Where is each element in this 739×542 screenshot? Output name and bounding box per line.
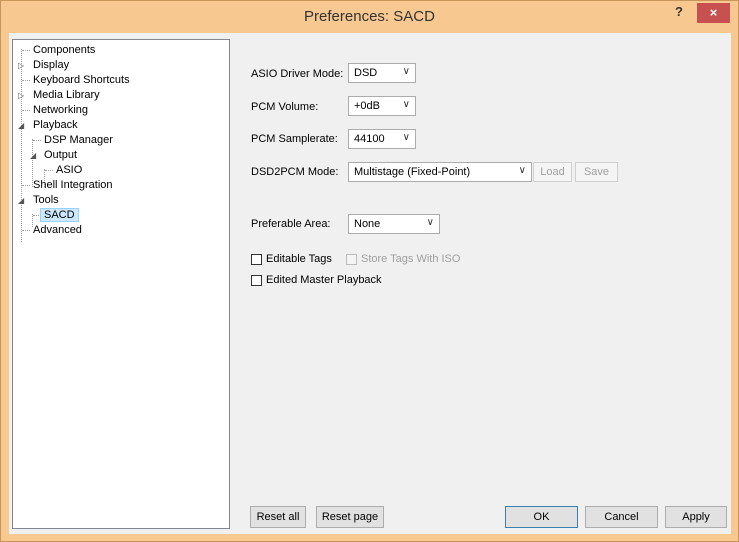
chevron-down-icon: ∨: [426, 217, 434, 228]
tree-item-sacd[interactable]: SACD: [40, 208, 79, 223]
tree-connector: [22, 80, 30, 81]
tree-item-label: ASIO: [56, 164, 83, 176]
close-button[interactable]: ×: [697, 3, 730, 23]
asio-driver-mode-select[interactable]: DSD ∨: [348, 63, 416, 83]
reset-all-button[interactable]: Reset all: [250, 506, 306, 528]
dsd2pcm-mode-select[interactable]: Multistage (Fixed-Point) ∨: [348, 162, 532, 182]
tree-item-components[interactable]: Components: [31, 43, 97, 58]
expand-arrow-icon[interactable]: ▷: [18, 58, 26, 73]
chevron-down-icon: ∨: [402, 66, 410, 77]
preferences-window: Preferences: SACD ? × Components ▷ Displ…: [0, 0, 739, 542]
tree-item-label: Advanced: [33, 224, 82, 236]
chevron-down-icon: ∨: [402, 132, 410, 143]
select-value: Multistage (Fixed-Point): [354, 166, 471, 178]
tree-item-networking[interactable]: Networking: [31, 103, 90, 118]
tree-connector: [22, 185, 30, 186]
pcm-volume-select[interactable]: +0dB ∨: [348, 96, 416, 116]
editable-tags-checkbox[interactable]: Editable Tags: [251, 252, 332, 266]
tree-item-dsp-manager[interactable]: DSP Manager: [42, 133, 115, 148]
checkbox-box: [251, 253, 262, 265]
tree-item-display[interactable]: Display: [31, 58, 71, 73]
ok-button[interactable]: OK: [505, 506, 578, 528]
select-value: DSD: [354, 67, 378, 79]
pcm-samplerate-label: PCM Samplerate:: [251, 133, 338, 145]
preferable-area-select[interactable]: None ∨: [348, 214, 440, 234]
tree-connector: [22, 110, 30, 111]
tree-item-label: Media Library: [33, 89, 100, 101]
collapse-arrow-icon[interactable]: ◢: [18, 193, 26, 208]
tree-item-playback[interactable]: Playback: [31, 118, 80, 133]
collapse-arrow-icon[interactable]: ◢: [30, 148, 38, 163]
save-button[interactable]: Save: [575, 162, 618, 182]
tree-item-label: Display: [33, 59, 70, 71]
checkbox-box: [251, 274, 262, 286]
tree-item-output[interactable]: Output: [42, 148, 79, 163]
cancel-button[interactable]: Cancel: [585, 506, 658, 528]
tree-item-label: Components: [33, 44, 96, 56]
dsd2pcm-mode-label: DSD2PCM Mode:: [251, 166, 339, 178]
load-button[interactable]: Load: [533, 162, 572, 182]
checkbox-box: [346, 253, 357, 265]
tree-item-keyboard-shortcuts[interactable]: Keyboard Shortcuts: [31, 73, 132, 88]
tree-connector: [33, 140, 41, 141]
title-bar[interactable]: Preferences: SACD ? ×: [1, 1, 738, 33]
collapse-arrow-icon[interactable]: ◢: [18, 118, 26, 133]
tree-connector: [21, 49, 22, 242]
tree-item-label: DSP Manager: [44, 134, 113, 146]
reset-page-button[interactable]: Reset page: [316, 506, 384, 528]
chevron-down-icon: ∨: [518, 165, 526, 176]
tree-item-label: Shell Integration: [33, 179, 113, 191]
checkbox-label: Store Tags With ISO: [361, 253, 461, 265]
chevron-down-icon: ∨: [402, 99, 410, 110]
select-value: 44100: [354, 133, 385, 145]
tree-item-tools[interactable]: Tools: [31, 193, 61, 208]
select-value: +0dB: [354, 100, 380, 112]
asio-driver-mode-label: ASIO Driver Mode:: [251, 68, 344, 80]
tree-item-label: Tools: [33, 194, 59, 206]
expand-arrow-icon[interactable]: ▷: [18, 88, 26, 103]
tree-item-label: Playback: [33, 119, 78, 131]
tree-item-advanced[interactable]: Advanced: [31, 223, 84, 238]
tree-item-asio[interactable]: ASIO: [54, 163, 84, 178]
window-title: Preferences: SACD: [304, 8, 435, 25]
store-tags-with-iso-checkbox[interactable]: Store Tags With ISO: [346, 252, 460, 266]
checkbox-label: Edited Master Playback: [266, 274, 382, 286]
pcm-volume-label: PCM Volume:: [251, 101, 319, 113]
tree-item-media-library[interactable]: Media Library: [31, 88, 102, 103]
tree-item-shell-integration[interactable]: Shell Integration: [31, 178, 115, 193]
tree-connector: [45, 170, 53, 171]
select-value: None: [354, 218, 381, 230]
tree-item-label: Keyboard Shortcuts: [33, 74, 130, 86]
tree-item-label: SACD: [40, 208, 79, 222]
apply-button[interactable]: Apply: [665, 506, 727, 528]
preferences-tree[interactable]: Components ▷ Display Keyboard Shortcuts …: [12, 39, 230, 529]
pcm-samplerate-select[interactable]: 44100 ∨: [348, 129, 416, 149]
preferable-area-label: Preferable Area:: [251, 218, 331, 230]
help-button[interactable]: ?: [668, 3, 690, 23]
tree-item-label: Networking: [33, 104, 89, 116]
tree-item-label: Output: [44, 149, 78, 161]
tree-connector: [22, 230, 30, 231]
edited-master-playback-checkbox[interactable]: Edited Master Playback: [251, 273, 382, 287]
tree-connector: [22, 50, 30, 51]
checkbox-label: Editable Tags: [266, 253, 332, 265]
client-area: Components ▷ Display Keyboard Shortcuts …: [9, 33, 731, 534]
